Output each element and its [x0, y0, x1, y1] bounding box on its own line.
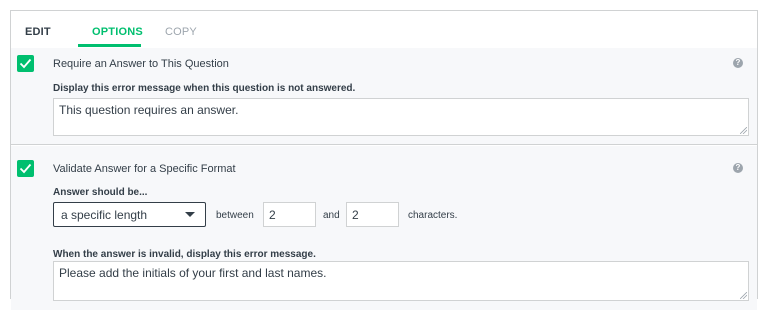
- tab-options[interactable]: OPTIONS: [92, 26, 143, 38]
- resize-grip-icon[interactable]: [740, 127, 747, 134]
- min-length-input[interactable]: 2: [263, 202, 316, 227]
- require-answer-title: Require an Answer to This Question: [53, 58, 229, 70]
- required-message-textarea[interactable]: This question requires an answer.: [53, 98, 749, 136]
- help-icon[interactable]: ?: [733, 58, 743, 68]
- format-select-value: a specific length: [61, 208, 148, 222]
- required-message-label: Display this error message when this que…: [53, 83, 356, 94]
- format-select[interactable]: a specific length: [53, 202, 206, 227]
- max-length-value: 2: [352, 208, 359, 222]
- resize-grip-icon[interactable]: [740, 292, 747, 299]
- validate-answer-section: Validate Answer for a Specific Format ? …: [11, 146, 757, 310]
- answer-format-label: Answer should be...: [53, 187, 148, 198]
- chevron-down-icon: [185, 212, 195, 217]
- help-icon[interactable]: ?: [733, 163, 743, 173]
- max-length-input[interactable]: 2: [346, 202, 399, 227]
- tab-copy[interactable]: COPY: [165, 26, 197, 38]
- require-answer-checkbox[interactable]: [17, 55, 34, 72]
- require-answer-section: Require an Answer to This Question ? Dis…: [11, 48, 757, 145]
- checkmark-icon: [19, 58, 32, 69]
- invalid-message-textarea[interactable]: Please add the initials of your first an…: [53, 261, 749, 301]
- min-length-value: 2: [269, 208, 276, 222]
- tab-edit[interactable]: EDIT: [25, 26, 51, 38]
- active-tab-indicator: [78, 44, 141, 47]
- validate-answer-checkbox[interactable]: [17, 160, 34, 177]
- question-options-panel: EDIT OPTIONS COPY Require an Answer to T…: [10, 10, 758, 310]
- tab-bar: EDIT OPTIONS COPY: [11, 11, 757, 47]
- invalid-message-text: Please add the initials of your first an…: [59, 266, 327, 280]
- and-label: and: [323, 210, 340, 221]
- invalid-message-label: When the answer is invalid, display this…: [53, 249, 316, 260]
- between-label: between: [216, 210, 254, 221]
- validate-answer-title: Validate Answer for a Specific Format: [53, 163, 236, 175]
- characters-label: characters.: [408, 210, 458, 221]
- checkmark-icon: [19, 163, 32, 174]
- required-message-text: This question requires an answer.: [59, 103, 239, 117]
